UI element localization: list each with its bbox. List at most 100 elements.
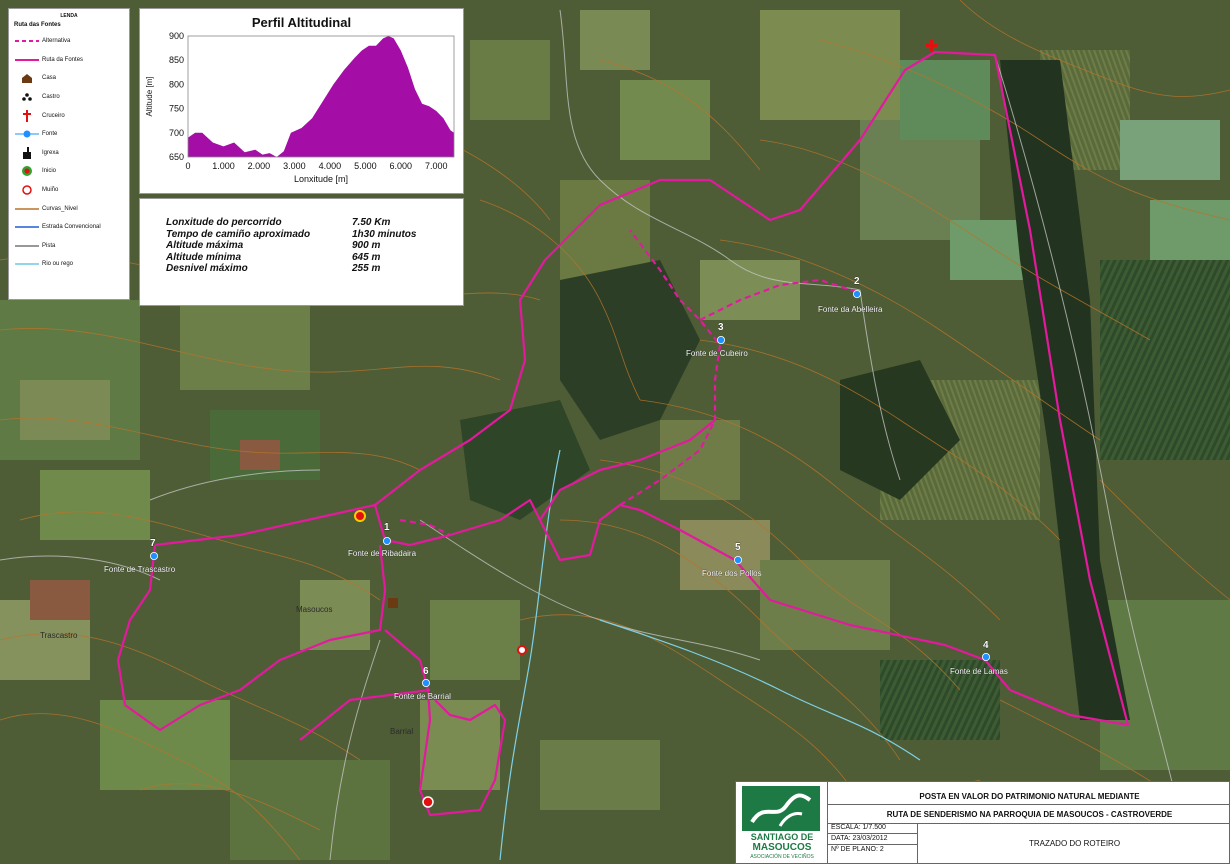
fountain-point-icon [734, 556, 743, 565]
fountain-point-icon [382, 537, 391, 546]
x-tick-label: 2.000 [248, 161, 271, 171]
contour-line-icon [14, 203, 40, 215]
legend-label: Pista [42, 242, 56, 249]
plan-meta: ESCALA: 1/7.500 DATA: 23/03/2012 Nº DE P… [828, 823, 918, 864]
profile-y-ticks: 650 700 750 800 850 900 [169, 31, 184, 162]
profile-y-label: Altitude [m] [145, 76, 154, 116]
fountain-point-icon [14, 128, 40, 140]
x-tick-label: 3.000 [283, 161, 306, 171]
legend-label: Alternativa [42, 38, 71, 45]
logo-text: MASOUCOS [752, 842, 812, 853]
route-stats: Lonxitude do percorrido 7.50 Km Tempo de … [139, 198, 464, 306]
fountain-number: 3 [718, 322, 724, 333]
profile-area [188, 36, 454, 157]
fountain-point-icon [982, 653, 991, 662]
fountain-name: Fonte dos Pollos [702, 569, 762, 578]
logo-subtext: ASOCIACIÓN DE VECIÑOS [750, 854, 814, 860]
fountain-number: 5 [735, 542, 741, 553]
legend-item-ruta: Ruta da Fontes [14, 51, 124, 70]
plan-number-text: Nº DE PLANO: 2 [831, 846, 884, 853]
stat-label: Desnivel máximo [166, 263, 248, 274]
stat-label: Tempo de camiño aproximado [166, 228, 311, 240]
legend-item-castro: Castro [14, 88, 124, 107]
title-block: SANTIAGO DE MASOUCOS ASOCIACIÓN DE VECIÑ… [735, 781, 1230, 864]
title-line-2: RUTA DE SENDERISMO NA PARROQUIA DE MASOU… [886, 810, 1173, 819]
date-text: DATA: 23/03/2012 [828, 834, 917, 845]
legend-label: Curvas_Nivel [42, 205, 78, 212]
fountain-point-icon [853, 289, 862, 298]
plan-description: TRAZADO DO ROTEIRO [1028, 839, 1121, 848]
legend-item-rio: Rio ou rego [14, 255, 124, 274]
legend-item-pista: Pista [14, 237, 124, 256]
y-tick-label: 750 [169, 104, 184, 114]
y-tick-label: 700 [169, 128, 184, 138]
house-marker [388, 598, 398, 608]
x-tick-label: 5.000 [354, 161, 377, 171]
y-tick-label: 800 [169, 79, 184, 89]
fountain-name: Fonte de Lamas [950, 667, 1008, 676]
legend-label: Estrada Convencional [42, 224, 101, 231]
legend-label: Cruceiro [42, 112, 65, 119]
fountain-number: 1 [384, 522, 390, 533]
road-line-icon [14, 221, 40, 233]
legend-item-casa: Casa [14, 69, 124, 88]
castro-dots-icon [14, 91, 40, 103]
title-line-1: POSTA EN VALOR DO PATRIMONIO NATURAL MED… [919, 792, 1140, 801]
start-point-icon [14, 165, 40, 177]
legend-label: Ruta da Fontes [42, 56, 84, 63]
fountain-number: 2 [854, 276, 860, 287]
y-tick-label: 850 [169, 55, 184, 65]
legend-label: Muiño [42, 187, 59, 194]
stat-value: 645 m [352, 251, 381, 263]
elevation-profile: Perfil Altitudinal 650 700 750 800 850 900 01… [139, 8, 464, 194]
stat-value: 1h30 minutos [352, 228, 417, 240]
mill-circle-icon [14, 184, 40, 196]
fountain-name: Fonte de Ribadaira [348, 549, 417, 558]
logo-mark-icon [742, 786, 820, 831]
legend-label: Fonte [42, 131, 58, 138]
stat-row: Lonxitude do percorrido 7.50 Km [166, 217, 463, 229]
fountain-number: 4 [983, 640, 989, 651]
legend-item-alternativa: Alternativa [14, 32, 124, 51]
x-tick-label: 4.000 [319, 161, 342, 171]
stat-row: Tempo de camiño aproximado 1h30 minutos [166, 229, 463, 241]
logo-text: SANTIAGO DE [750, 832, 814, 842]
legend-label: Rio ou rego [42, 261, 74, 268]
fountain-name: Fonte de Cubeiro [686, 349, 748, 358]
stat-value: 255 m [352, 263, 381, 274]
church-icon [14, 146, 40, 159]
legend-label: Casa [42, 75, 57, 82]
legend-label: Castro [42, 94, 60, 101]
x-tick-label: 7.000 [425, 161, 448, 171]
x-tick-label: 6.000 [390, 161, 413, 171]
profile-x-ticks: 0 1.000 2.000 3.000 4.000 5.000 6.000 7.000 [185, 161, 447, 171]
stat-label: Altitude máxima [166, 240, 244, 251]
start-marker [354, 510, 366, 522]
logo: SANTIAGO DE MASOUCOS ASOCIACIÓN DE VECIÑ… [736, 782, 828, 864]
legend-item-estrada: Estrada Convencional [14, 218, 124, 237]
fountain-name: Fonte de Trascastro [104, 565, 176, 574]
fountain-point-icon [149, 552, 158, 561]
fountain-point-icon [421, 679, 430, 688]
stat-value: 7.50 Km [352, 217, 391, 228]
fountain-number: 7 [150, 538, 156, 549]
stat-row: Altitude mínima 645 m [166, 252, 463, 264]
fountain-name: Fonte da Abelleira [818, 305, 883, 314]
fountain-point-icon [717, 335, 726, 344]
legend-item-igrexa: Igrexa [14, 144, 124, 163]
magenta-line-icon [14, 54, 40, 66]
legend-item-inicio: Inicio [14, 162, 124, 181]
legend-label: Inicio [42, 168, 57, 175]
legend-item-cruceiro: Cruceiro [14, 106, 124, 125]
map-legend: LENDA Ruta das Fontes Alternativa Ruta d… [8, 8, 130, 300]
legend-item-fonte: Fonte [14, 125, 124, 144]
cruceiro-marker [422, 796, 434, 808]
house-icon [14, 72, 40, 84]
place-label-barrial: Barrial [390, 727, 413, 736]
y-tick-label: 900 [169, 31, 184, 41]
x-tick-label: 1.000 [212, 161, 235, 171]
place-label-trascastro: Trascastro [40, 631, 78, 640]
legend-item-muino: Muiño [14, 181, 124, 200]
divider [828, 804, 1230, 805]
fountain-name: Fonte de Barrial [394, 692, 451, 701]
